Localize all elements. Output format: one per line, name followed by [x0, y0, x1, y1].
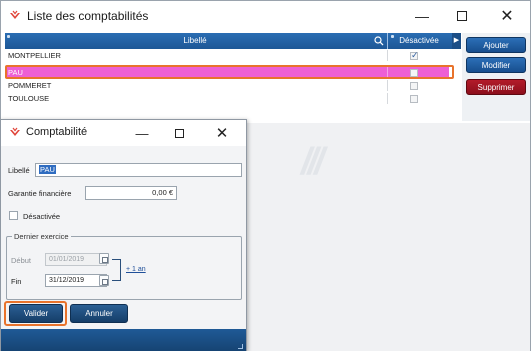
close-button[interactable]: ✕ — [490, 4, 524, 28]
maximize-icon — [174, 128, 184, 138]
minimize-button[interactable]: — — [405, 4, 439, 28]
modify-button[interactable]: Modifier — [466, 57, 526, 73]
desactivee-checkbox[interactable] — [410, 82, 418, 90]
main-titlebar: Liste des comptabilités — ✕ — [1, 1, 530, 31]
dialog-close-button[interactable]: ✕ — [207, 122, 237, 144]
valider-button[interactable]: Valider — [9, 304, 63, 323]
add-one-year-link[interactable]: + 1 an — [126, 266, 146, 273]
watermark-graphic: /// — [301, 141, 325, 183]
comptabilite-dialog: Comptabilité — ✕ Libellé PAU Garantie fi… — [0, 119, 247, 351]
row-label: TOULOUSE — [8, 94, 50, 103]
dialog-titlebar: Comptabilité — ✕ — [1, 120, 246, 146]
column-separator — [387, 80, 388, 91]
search-icon[interactable] — [374, 36, 384, 46]
checkmark-icon: ✓ — [411, 50, 419, 60]
resize-grip-icon[interactable] — [238, 344, 243, 349]
debut-date-input: 01/01/2019 — [45, 253, 107, 266]
calendar-icon — [99, 253, 109, 264]
main-window-title: Liste des comptabilités — [27, 9, 149, 23]
dialog-maximize-button[interactable] — [164, 122, 194, 144]
row-label: MONTPELLIER — [8, 51, 61, 60]
desactivee-label: Désactivée — [23, 212, 61, 221]
maximize-icon — [457, 11, 467, 21]
column-header-libelle[interactable]: Libellé — [5, 33, 385, 49]
app-logo-icon — [10, 10, 20, 19]
app-logo-icon — [10, 127, 20, 136]
maximize-button[interactable] — [445, 4, 479, 28]
column-header-desactivee[interactable]: Désactivée — [389, 33, 449, 49]
garantie-label: Garantie financière — [8, 189, 72, 198]
table-row[interactable]: MONTPELLIER ✓ — [5, 50, 449, 61]
selected-row-highlight — [5, 65, 454, 79]
desactivee-checkbox[interactable] — [410, 95, 418, 103]
desactivee-checkbox[interactable] — [9, 211, 18, 220]
column-separator — [387, 33, 388, 49]
dernier-exercice-group: Dernier exercice — [6, 232, 242, 300]
chevron-right-icon[interactable]: ▶ — [452, 33, 461, 49]
garantie-financiere-input[interactable]: 0,00 € — [85, 186, 177, 200]
actions-panel: Ajouter Modifier Supprimer — [462, 33, 530, 121]
fin-label: Fin — [11, 277, 22, 286]
desactivee-checkbox[interactable]: ✓ — [410, 50, 419, 60]
debut-label: Début — [11, 256, 32, 265]
libelle-input[interactable]: PAU — [35, 163, 242, 177]
grid-header: Libellé Désactivée ▶ — [5, 33, 461, 49]
libelle-value: PAU — [39, 165, 56, 174]
column-separator — [387, 50, 388, 61]
fin-date-input[interactable]: 31/12/2019 — [45, 274, 107, 287]
column-separator — [387, 93, 388, 104]
table-row[interactable]: POMMERET — [5, 80, 449, 91]
dernier-exercice-legend: Dernier exercice — [12, 232, 71, 241]
add-button[interactable]: Ajouter — [466, 37, 526, 53]
libelle-label: Libellé — [8, 166, 30, 175]
bracket-connector — [112, 259, 121, 281]
annuler-button[interactable]: Annuler — [70, 304, 128, 323]
calendar-icon[interactable] — [99, 275, 109, 286]
row-label: POMMERET — [8, 81, 52, 90]
dialog-minimize-button[interactable]: — — [127, 122, 157, 144]
table-row[interactable]: TOULOUSE — [5, 93, 449, 104]
dialog-footer-bar — [1, 329, 246, 351]
dialog-title: Comptabilité — [26, 126, 88, 138]
delete-button[interactable]: Supprimer — [466, 79, 526, 95]
